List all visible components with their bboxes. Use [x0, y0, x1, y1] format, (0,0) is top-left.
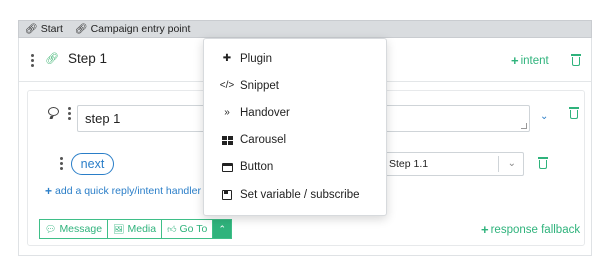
menu-item-button[interactable]: Button [204, 154, 386, 181]
add-intent-button[interactable]: + intent [511, 53, 549, 68]
message-button[interactable]: 💬︎ Message [39, 219, 109, 239]
grid-icon [220, 135, 234, 145]
message-button-label: Message [59, 223, 103, 235]
menu-item-label: Button [240, 161, 274, 174]
delete-step-trash-icon[interactable] [571, 54, 581, 66]
image-file-icon: 🖼︎ [113, 223, 125, 234]
menu-item-label: Carousel [240, 134, 287, 147]
link-icon: 🔗︎ [25, 23, 38, 35]
message-drag-handle-icon[interactable] [67, 107, 71, 120]
chevron-down-icon[interactable]: ⌄ [540, 111, 548, 122]
page: 🔗︎ Start 🔗︎ Campaign entry point 🔗︎ Step… [0, 0, 600, 264]
add-quick-reply-label: add a quick reply/intent handler [55, 185, 201, 197]
more-options-toggle-button[interactable]: ⌃ [212, 219, 233, 239]
response-fallback-label: response fallback [490, 223, 581, 236]
step-title: Step 1 [68, 51, 108, 66]
plus-icon: + [45, 184, 53, 198]
chevron-down-icon: ⌄ [507, 158, 516, 169]
quick-reply-label: next [80, 157, 105, 171]
menu-item-label: Snippet [240, 79, 280, 92]
goto-button-label: Go To [179, 223, 208, 235]
breadcrumb-start[interactable]: 🔗︎ Start [25, 23, 63, 35]
goto-button[interactable]: 👍︎ Go To [161, 219, 214, 239]
breadcrumb-start-label: Start [40, 23, 63, 35]
add-intent-label: intent [520, 54, 549, 67]
button-icon [220, 162, 234, 172]
menu-item-snippet[interactable]: </> Snippet [204, 72, 386, 99]
menu-item-plugin[interactable]: ✚ Plugin [204, 45, 386, 72]
quick-reply-drag-handle-icon[interactable] [59, 157, 63, 170]
select-divider [498, 156, 499, 172]
thumbs-up-icon: 👍︎ [167, 223, 177, 234]
menu-item-label: Handover [240, 106, 290, 119]
media-button-label: Media [127, 223, 157, 235]
add-response-fallback-button[interactable]: + response fallback [481, 222, 580, 237]
menu-item-label: Set variable / subscribe [240, 188, 360, 201]
delete-quick-reply-trash-icon[interactable] [538, 157, 548, 169]
speech-bubble-icon [48, 107, 59, 116]
quick-reply-target-value: Step 1.1 [389, 158, 429, 170]
chevron-up-icon: ⌃ [218, 223, 227, 234]
menu-item-set-variable[interactable]: Set variable / subscribe [204, 181, 386, 208]
breadcrumb-entry-point[interactable]: 🔗︎ Campaign entry point [75, 23, 191, 35]
quick-reply-target-select[interactable]: Step 1.1 ⌄ [374, 152, 524, 176]
breadcrumb-entry-point-label: Campaign entry point [90, 23, 191, 35]
menu-item-carousel[interactable]: Carousel [204, 127, 386, 154]
menu-item-label: Plugin [240, 52, 272, 65]
plus-icon: + [481, 222, 489, 237]
double-chevron-right-icon: » [224, 107, 230, 119]
response-toolbar: 💬︎ Message 🖼︎ Media 👍︎ Go To ⌃ [39, 219, 233, 239]
step-drag-handle-icon[interactable] [30, 54, 34, 67]
menu-item-handover[interactable]: » Handover [204, 99, 386, 126]
plus-icon: + [511, 53, 519, 68]
add-response-dropdown-menu: ✚ Plugin </> Snippet » Handover Carousel… [203, 38, 387, 216]
save-icon [220, 189, 234, 200]
delete-message-trash-icon[interactable] [569, 107, 579, 119]
speech-bubble-icon: 💬︎ [45, 223, 57, 234]
quick-reply-pill[interactable]: next [71, 153, 114, 175]
resize-grip-icon[interactable] [521, 123, 527, 129]
code-icon: </> [219, 80, 235, 92]
breadcrumb: 🔗︎ Start 🔗︎ Campaign entry point [18, 20, 592, 38]
link-icon[interactable]: 🔗︎ [45, 52, 59, 65]
media-button[interactable]: 🖼︎ Media [107, 219, 163, 239]
message-text-value: step 1 [85, 111, 121, 126]
add-quick-reply-link[interactable]: + add a quick reply/intent handler [45, 184, 201, 198]
link-icon: 🔗︎ [74, 23, 88, 35]
puzzle-icon: ✚ [222, 53, 232, 65]
